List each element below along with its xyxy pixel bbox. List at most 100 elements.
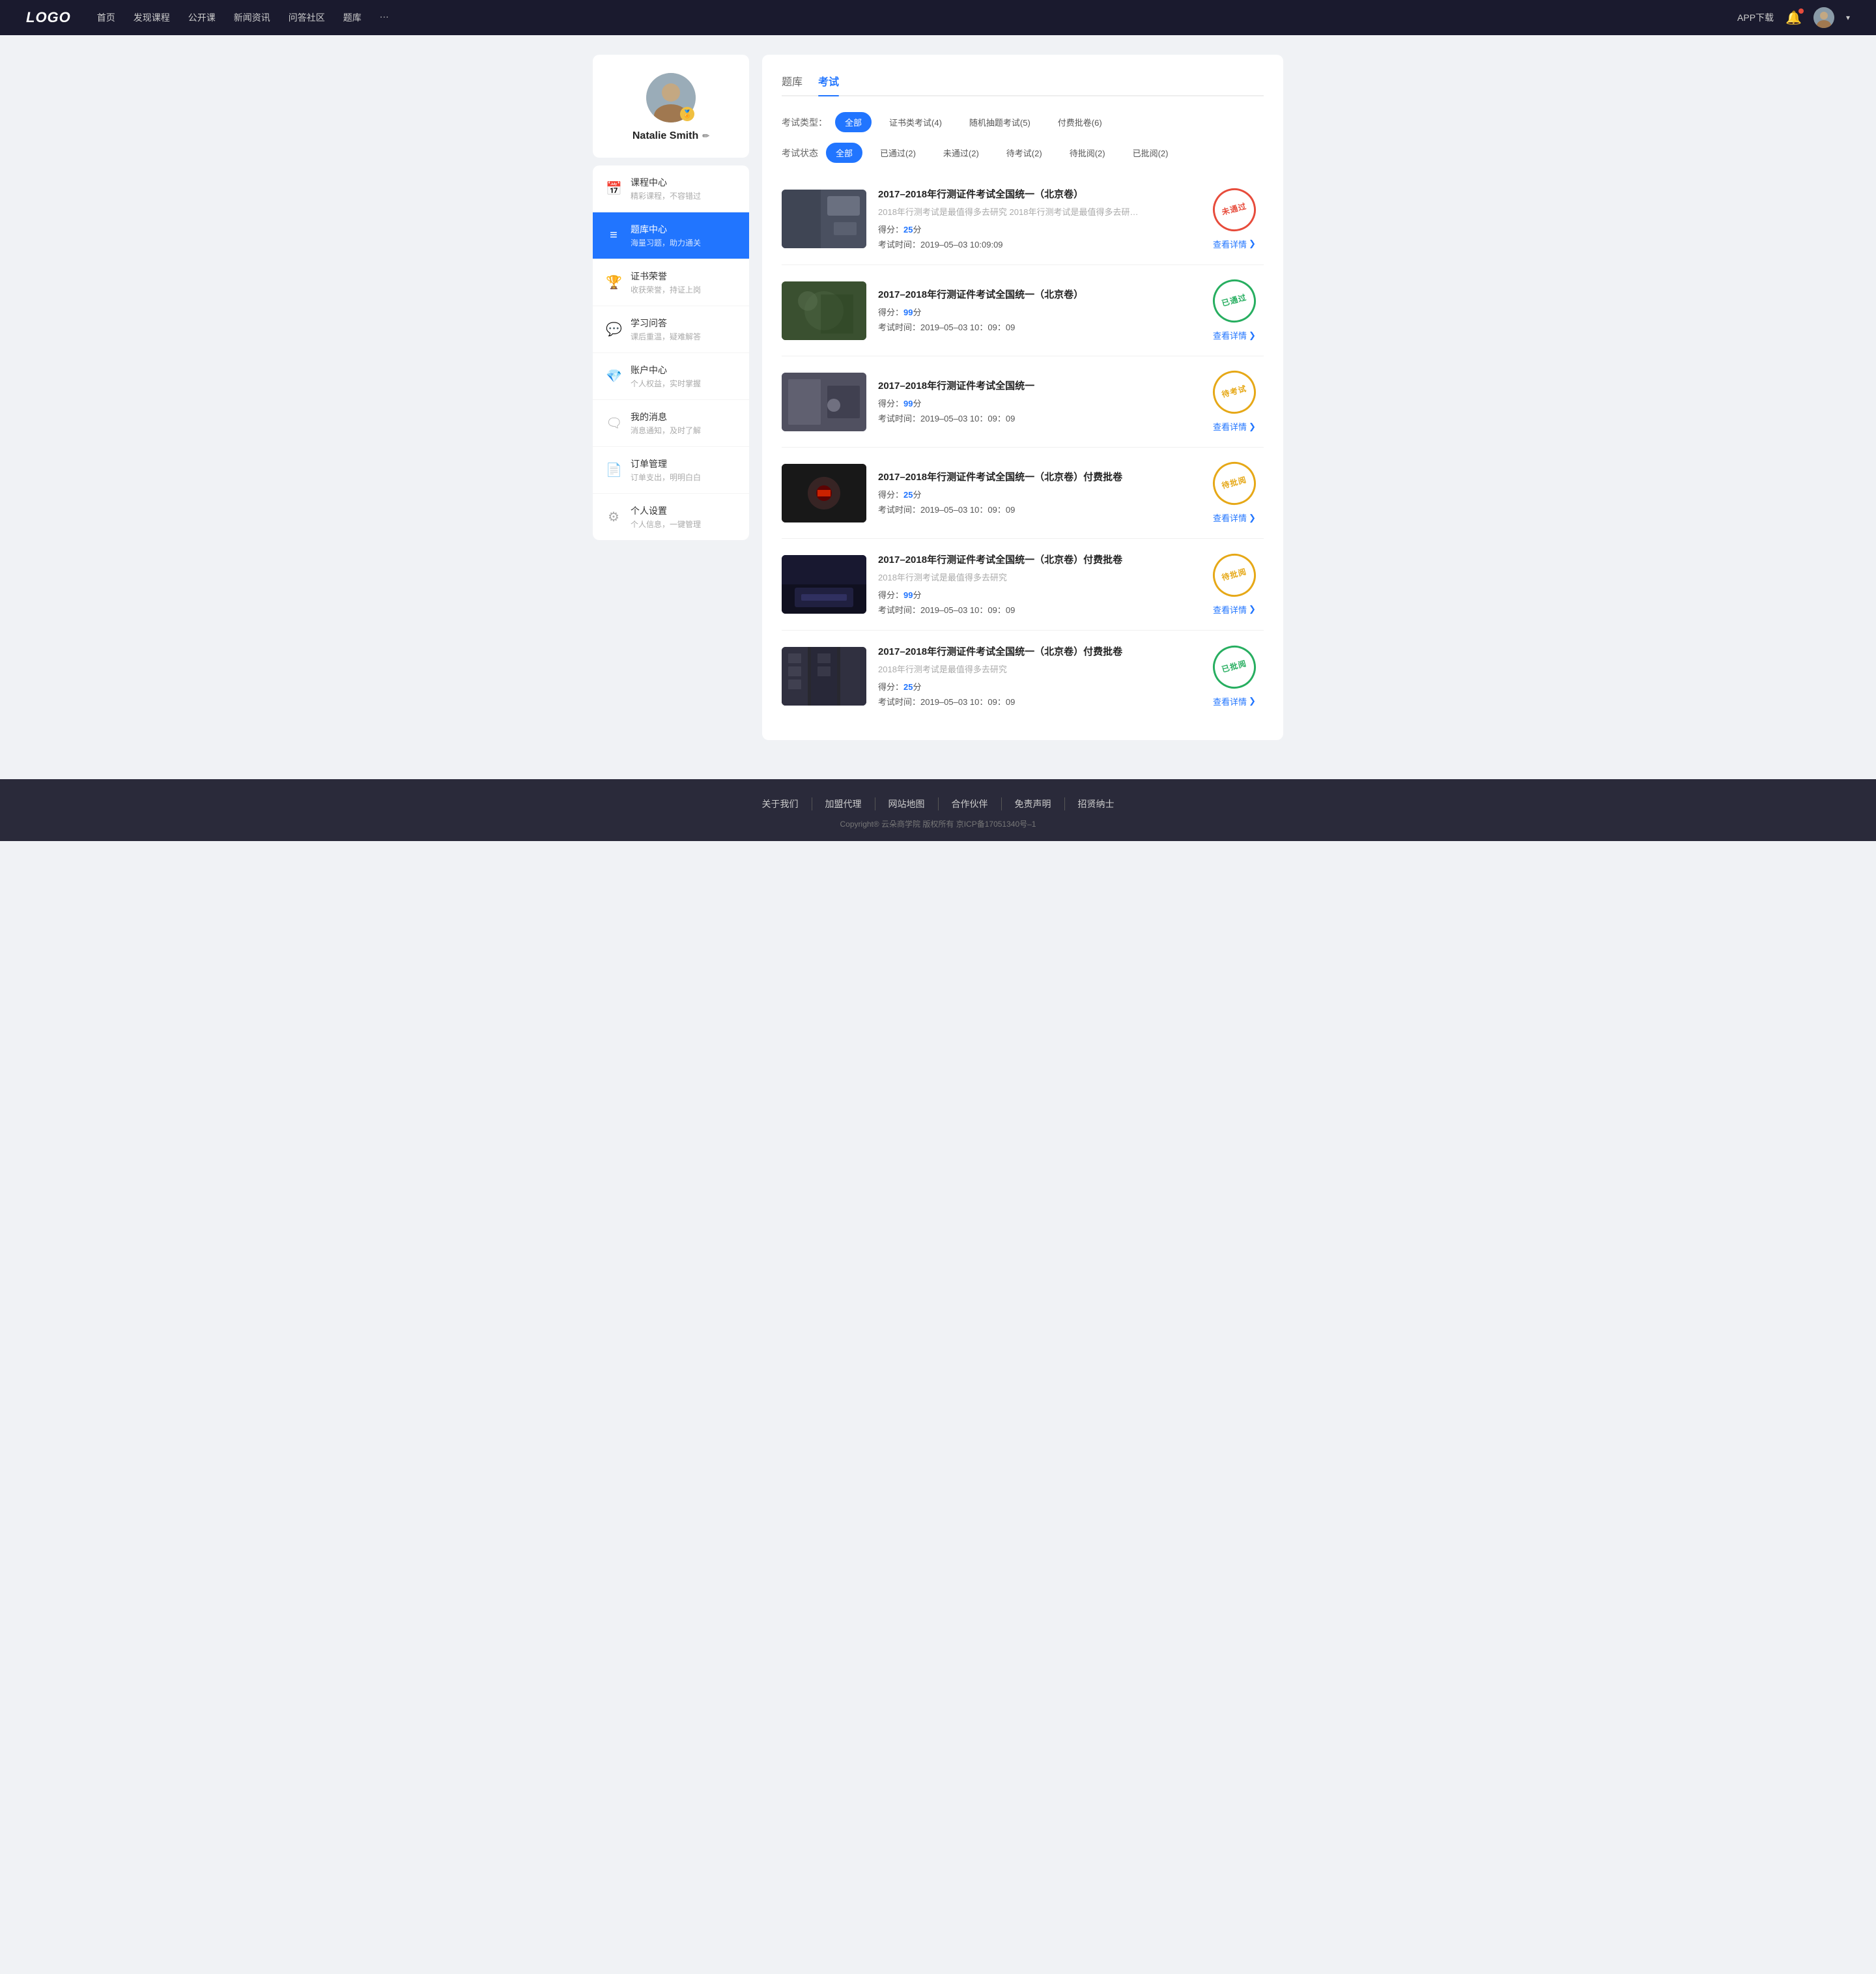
profile-name-text: Natalie Smith [632, 130, 698, 142]
footer-agent[interactable]: 加盟代理 [812, 797, 875, 810]
status-stamp: 待批阅 [1208, 549, 1261, 601]
nav-courses[interactable]: 发现课程 [134, 11, 170, 24]
sidebar-item-course-center[interactable]: 📅 课程中心 精彩课程，不容错过 [593, 165, 749, 212]
quiz-center-title: 题库中心 [631, 223, 701, 236]
filter-status-passed[interactable]: 已通过(2) [870, 143, 926, 163]
learning-qa-title: 学习问答 [631, 317, 701, 330]
sidebar-item-learning-qa[interactable]: 💬 学习问答 课后重温，疑难解答 [593, 306, 749, 353]
exam-desc: 2018年行测考试是最值得多去研究 2018年行测考试是最值得多去研究 2018… [878, 205, 1139, 218]
nav-news[interactable]: 新闻资讯 [234, 11, 270, 24]
account-subtitle: 个人权益，实时掌握 [631, 378, 701, 389]
exam-title: 2017–2018年行测证件考试全国统一（北京卷） [878, 288, 1193, 302]
profile-name: Natalie Smith ✏ [632, 130, 709, 142]
tab-exam[interactable]: 考试 [818, 73, 839, 95]
exam-score: 得分：99分 [878, 588, 1193, 601]
filter-status-failed[interactable]: 未通过(2) [933, 143, 989, 163]
status-stamp: 已批阅 [1208, 640, 1261, 693]
exam-title: 2017–2018年行测证件考试全国统一 [878, 379, 1193, 393]
exam-thumbnail [782, 464, 866, 522]
profile-card: 🏅 Natalie Smith ✏ [593, 55, 749, 158]
orders-title: 订单管理 [631, 457, 701, 470]
sidebar-item-certificate[interactable]: 🏆 证书荣誉 收获荣誉，持证上岗 [593, 259, 749, 306]
user-avatar[interactable] [1813, 7, 1834, 28]
nav-qa[interactable]: 问答社区 [289, 11, 325, 24]
status-stamp: 待考试 [1208, 366, 1261, 419]
table-row: 2017–2018年行测证件考试全国统一（北京卷） 得分：99分 考试时间：20… [782, 265, 1264, 356]
sidebar-item-account[interactable]: 💎 账户中心 个人权益，实时掌握 [593, 353, 749, 400]
messages-title: 我的消息 [631, 410, 701, 423]
sidebar-menu: 📅 课程中心 精彩课程，不容错过 ≡ 题库中心 海量习题，助力通关 🏆 证书荣誉… [593, 165, 749, 540]
filter-type-all[interactable]: 全部 [835, 112, 872, 132]
profile-avatar-wrap: 🏅 [646, 73, 696, 122]
filter-type-paid[interactable]: 付费批卷(6) [1048, 112, 1112, 132]
site-logo[interactable]: LOGO [26, 9, 71, 26]
filter-status-pending-exam[interactable]: 待考试(2) [997, 143, 1052, 163]
filter-type-row: 考试类型： 全部 证书类考试(4) 随机抽题考试(5) 付费批卷(6) [782, 112, 1264, 132]
sidebar-item-quiz-center[interactable]: ≡ 题库中心 海量习题，助力通关 [593, 212, 749, 259]
exam-detail-button[interactable]: 查看详情 ❯ [1213, 511, 1256, 524]
nav-more[interactable]: ··· [380, 11, 389, 24]
exam-score: 得分：25分 [878, 223, 1193, 235]
footer-about[interactable]: 关于我们 [749, 797, 812, 810]
learning-qa-icon: 💬 [606, 321, 621, 337]
exam-score: 得分：99分 [878, 397, 1193, 409]
exam-thumbnail [782, 373, 866, 431]
exam-info: 2017–2018年行测证件考试全国统一（北京卷）付费批卷 得分：25分 考试时… [878, 470, 1193, 515]
filter-status-reviewed[interactable]: 已批阅(2) [1123, 143, 1178, 163]
certificate-subtitle: 收获荣誉，持证上岗 [631, 284, 701, 295]
exam-detail-button[interactable]: 查看详情 ❯ [1213, 695, 1256, 708]
main-wrapper: 🏅 Natalie Smith ✏ 📅 课程中心 精彩课程，不容错过 ≡ 题库中… [580, 35, 1296, 779]
exam-info: 2017–2018年行测证件考试全国统一（北京卷）付费批卷 2018年行测考试是… [878, 645, 1193, 708]
user-menu-chevron[interactable]: ▾ [1846, 13, 1850, 22]
nav-links: 首页 发现课程 公开课 新闻资讯 问答社区 题库 ··· [97, 11, 1737, 24]
exam-detail-button[interactable]: 查看详情 ❯ [1213, 420, 1256, 433]
exam-detail-button[interactable]: 查看详情 ❯ [1213, 603, 1256, 616]
notification-dot [1798, 8, 1804, 14]
filter-type-random[interactable]: 随机抽题考试(5) [959, 112, 1040, 132]
notification-bell[interactable]: 🔔 [1785, 10, 1802, 26]
sidebar-item-messages[interactable]: 🗨 我的消息 消息通知，及时了解 [593, 400, 749, 447]
app-download-link[interactable]: APP下载 [1737, 11, 1774, 24]
footer-jobs[interactable]: 招贤纳士 [1065, 797, 1128, 810]
exam-time: 考试时间：2019–05–03 10：09：09 [878, 603, 1193, 616]
exam-time: 考试时间：2019–05–03 10：09：09 [878, 503, 1193, 515]
filter-status-all[interactable]: 全部 [826, 143, 862, 163]
quiz-center-icon: ≡ [606, 228, 621, 243]
learning-qa-subtitle: 课后重温，疑难解答 [631, 331, 701, 342]
nav-quiz[interactable]: 题库 [343, 11, 362, 24]
filter-status-pending-review[interactable]: 待批阅(2) [1060, 143, 1115, 163]
filter-type-cert[interactable]: 证书类考试(4) [879, 112, 952, 132]
thumb-svg-2 [782, 281, 866, 340]
messages-subtitle: 消息通知，及时了解 [631, 425, 701, 436]
exam-title: 2017–2018年行测证件考试全国统一（北京卷）付费批卷 [878, 470, 1193, 484]
footer-disclaimer[interactable]: 免责声明 [1002, 797, 1065, 810]
nav-home[interactable]: 首页 [97, 11, 115, 24]
exam-time: 考试时间：2019–05–03 10：09：09 [878, 321, 1193, 333]
exam-right: 未通过 查看详情 ❯ [1205, 188, 1264, 250]
footer-sitemap[interactable]: 网站地图 [875, 797, 939, 810]
exam-right: 已通过 查看详情 ❯ [1205, 279, 1264, 341]
profile-edit-icon[interactable]: ✏ [702, 131, 709, 141]
nav-open[interactable]: 公开课 [188, 11, 216, 24]
footer: 关于我们 加盟代理 网站地图 合作伙伴 免责声明 招贤纳士 Copyright®… [0, 779, 1876, 841]
exam-info: 2017–2018年行测证件考试全国统一（北京卷） 2018年行测考试是最值得多… [878, 188, 1193, 250]
course-center-icon: 📅 [606, 180, 621, 197]
quiz-center-subtitle: 海量习题，助力通关 [631, 237, 701, 248]
footer-partner[interactable]: 合作伙伴 [939, 797, 1002, 810]
tab-question-bank[interactable]: 题库 [782, 73, 803, 95]
exam-thumbnail [782, 555, 866, 614]
messages-icon: 🗨 [606, 415, 621, 431]
settings-subtitle: 个人信息，一键管理 [631, 519, 701, 530]
exam-detail-button[interactable]: 查看详情 ❯ [1213, 329, 1256, 341]
exam-thumbnail [782, 190, 866, 248]
footer-links: 关于我们 加盟代理 网站地图 合作伙伴 免责声明 招贤纳士 [0, 797, 1876, 810]
exam-detail-button[interactable]: 查看详情 ❯ [1213, 238, 1256, 250]
exam-info: 2017–2018年行测证件考试全国统一（北京卷）付费批卷 2018年行测考试是… [878, 553, 1193, 616]
exam-thumbnail [782, 281, 866, 340]
sidebar-item-orders[interactable]: 📄 订单管理 订单支出，明明白白 [593, 447, 749, 494]
sidebar-item-settings[interactable]: ⚙ 个人设置 个人信息，一键管理 [593, 494, 749, 540]
course-center-title: 课程中心 [631, 176, 701, 189]
account-title: 账户中心 [631, 364, 701, 377]
table-row: 2017–2018年行测证件考试全国统一（北京卷）付费批卷 2018年行测考试是… [782, 539, 1264, 631]
sidebar: 🏅 Natalie Smith ✏ 📅 课程中心 精彩课程，不容错过 ≡ 题库中… [593, 55, 749, 740]
